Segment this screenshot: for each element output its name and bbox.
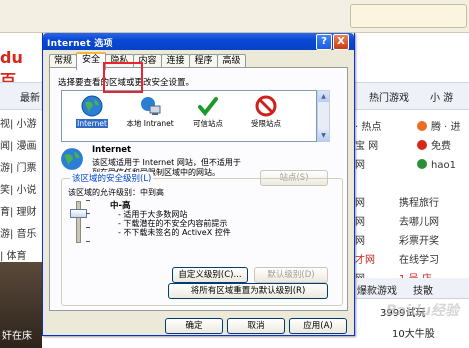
left-category-list: 视| 小游 闻| 漫画 游| 门票 笑| 小说 育| 理财 游| 音乐 | 体育 <box>0 114 42 268</box>
dialog-titlebar[interactable]: Internet 选项 ? X <box>43 33 354 50</box>
zone-restricted-sites[interactable]: 受限站点 <box>238 93 294 139</box>
default-level-button: 默认级别(D) <box>254 267 328 283</box>
watermark: Baidu经验 <box>386 303 459 319</box>
browser-tab[interactable] <box>350 4 467 28</box>
thumbnail-caption: 奸在床 <box>2 331 32 342</box>
security-level-label: 该区域的安全级别(L) <box>70 172 154 184</box>
list-item[interactable]: 网携程旅行 <box>355 194 469 213</box>
tab-connections[interactable]: 连接 <box>161 54 190 68</box>
close-button[interactable]: X <box>333 34 349 50</box>
security-level-slider-thumb[interactable] <box>70 209 87 218</box>
zone-heading: Internet <box>92 145 132 155</box>
slider-tick <box>86 213 90 214</box>
scroll-up-icon[interactable]: ▲ <box>318 91 329 102</box>
baidu-logo: du 百 <box>0 46 40 90</box>
nav-item-hot-games[interactable]: 热门游戏 <box>369 89 409 104</box>
custom-level-button[interactable]: 自定义级别(C)... <box>172 267 248 283</box>
level-description: - 适用于大多数网站 - 下载潜在的不安全内容前提示 - 不下载未签名的 Act… <box>118 210 231 237</box>
tab-programs[interactable]: 程序 <box>189 54 218 68</box>
zone-label: Internet <box>76 119 108 128</box>
globe-icon <box>61 148 83 170</box>
game-tab-bar: 爆款游戏 技散 <box>353 278 469 299</box>
nav-item-mini-games[interactable]: 小 游 <box>430 89 453 104</box>
zone-trusted-sites[interactable]: 可信站点 <box>180 93 236 139</box>
level-bullet: - 下载潜在的不安全内容前提示 <box>118 219 228 228</box>
cancel-button[interactable]: 取消 <box>227 318 285 334</box>
reset-all-zones-button[interactable]: 将所有区域重置为默认级别(R) <box>168 283 328 299</box>
level-bullet: - 适用于大多数网站 <box>118 210 188 219</box>
list-item[interactable]: 闻| 漫画 <box>0 136 42 158</box>
list-item[interactable]: 视| 小游 <box>0 114 42 136</box>
zone-list-scrollbar[interactable]: ▲ ▼ <box>317 90 330 142</box>
list-item[interactable]: · 热点腾 · 进 <box>355 118 469 137</box>
list-item[interactable]: 笑| 小说 <box>0 180 42 202</box>
tab-general[interactable]: 常规 <box>49 54 77 68</box>
restricted-icon <box>255 95 277 117</box>
slider-tick <box>86 227 90 228</box>
apply-button[interactable]: 应用(A) <box>289 318 347 334</box>
zone-list: Internet 本地 Intranet 可信站点 受限站点 <box>61 90 317 142</box>
security-tab-panel: 选择要查看的区域或更改安全设置。 Internet 本地 Intranet 可信… <box>49 62 348 311</box>
annotation-highlight-box <box>103 62 143 93</box>
level-bullet: - 不下载未签名的 ActiveX 控件 <box>118 228 231 237</box>
scroll-down-icon[interactable]: ▼ <box>318 130 329 141</box>
stocks-link[interactable]: 10大牛股 <box>392 325 435 340</box>
allowed-levels-label: 该区域的允许级别：中到高 <box>68 188 164 197</box>
zone-internet[interactable]: Internet <box>64 93 120 139</box>
zone-label: 可信站点 <box>193 119 223 128</box>
slider-tick <box>86 200 90 201</box>
list-item[interactable]: 游| 门票 <box>0 158 42 180</box>
list-item[interactable]: 宝 网免费 <box>355 137 469 156</box>
tab-tips[interactable]: 技散 <box>413 282 433 297</box>
list-item[interactable]: 才网 在线学习 <box>355 251 469 270</box>
list-item[interactable]: 游| 音乐 <box>0 224 42 246</box>
security-level-slider-track <box>76 201 81 243</box>
ok-button[interactable]: 确定 <box>165 318 223 334</box>
zone-label: 受限站点 <box>251 119 281 128</box>
zone-label: 本地 Intranet <box>126 119 174 128</box>
tab-advanced[interactable]: 高级 <box>217 54 246 68</box>
intranet-icon <box>141 97 161 115</box>
zone-local-intranet[interactable]: 本地 Intranet <box>122 93 178 139</box>
tab-popular-games[interactable]: 爆款游戏 <box>357 282 397 297</box>
nav-item-latest[interactable]: 最新 <box>20 89 40 104</box>
tab-security[interactable]: 安全 <box>76 52 106 70</box>
help-button[interactable]: ? <box>316 34 332 50</box>
dialog-title: Internet 选项 <box>47 39 113 49</box>
slider-tick <box>86 241 90 242</box>
globe-icon <box>81 95 103 117</box>
list-item[interactable]: 网彩票开奖 <box>355 232 469 251</box>
internet-options-dialog: Internet 选项 ? X 常规 安全 隐私 内容 连接 程序 高级 选择要… <box>42 33 355 336</box>
list-item[interactable]: 网 hao1 <box>355 156 469 175</box>
list-item[interactable]: 育| 理财 <box>0 202 42 224</box>
right-site-list: · 热点腾 · 进 宝 网免费 网 hao1 网携程旅行 网去哪儿网 网彩票开奖 … <box>355 118 469 289</box>
list-item[interactable]: 网去哪儿网 <box>355 213 469 232</box>
news-thumbnail[interactable]: 奸在床 <box>0 262 42 348</box>
checkmark-icon <box>198 97 218 117</box>
list-item <box>355 175 469 194</box>
